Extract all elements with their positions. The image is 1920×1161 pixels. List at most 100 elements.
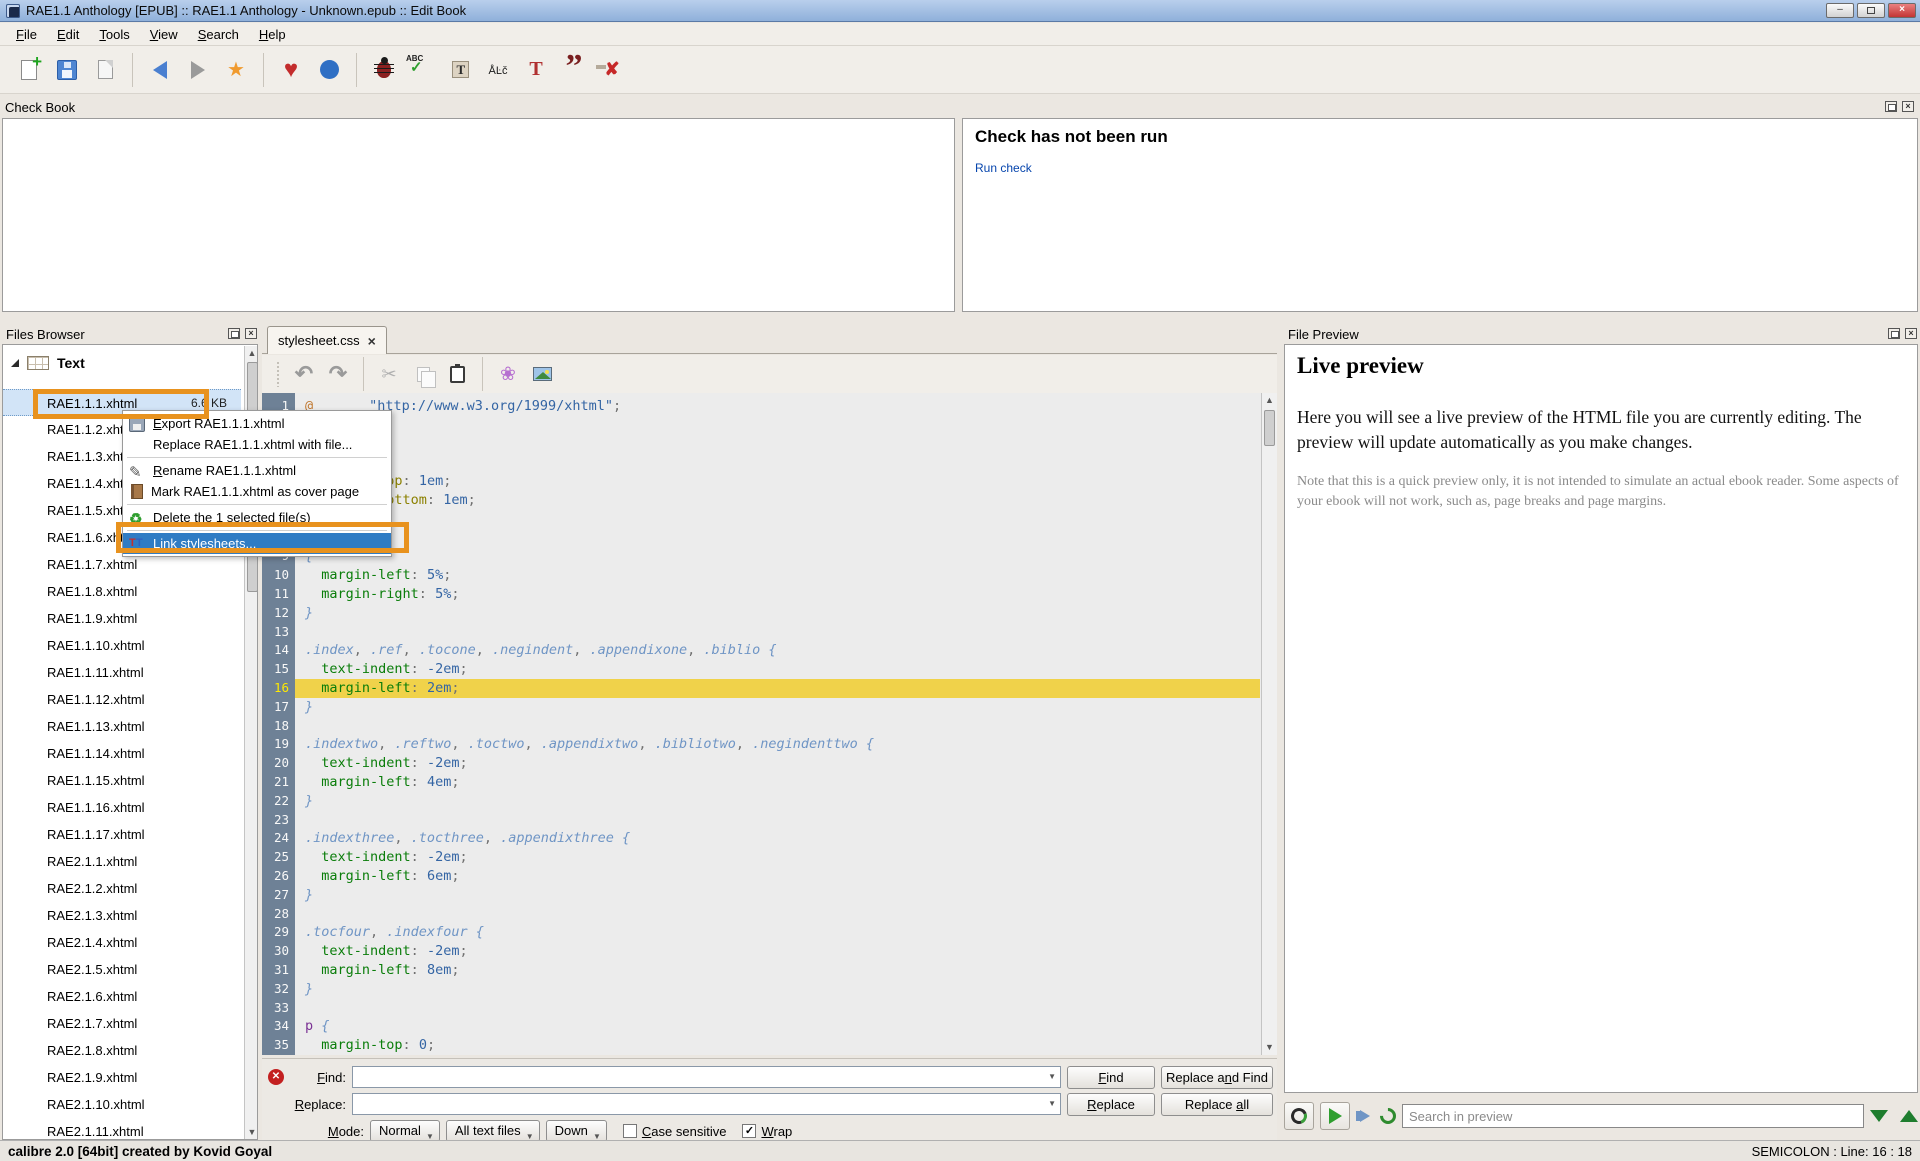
code-line-20[interactable]: 20 text-indent: -2em; [262, 754, 1260, 773]
float-panel-icon[interactable] [228, 328, 240, 339]
toolbar-smarten-punctuation-button[interactable] [555, 50, 593, 90]
file-item-rae2-1-2-xhtml[interactable]: RAE2.1.2.xhtml [3, 875, 241, 902]
close-panel-icon[interactable]: × [1902, 101, 1914, 112]
toolbar-export-page-button[interactable] [86, 50, 124, 90]
code-line-29[interactable]: 29.tocfour, .indexfour { [262, 923, 1260, 942]
toolbar-remove-unused-css-button[interactable] [593, 50, 631, 90]
toolbar-help-button[interactable] [310, 50, 348, 90]
code-line-34[interactable]: 34p { [262, 1017, 1260, 1036]
code-line-14[interactable]: 14.index, .ref, .tocone, .negindent, .ap… [262, 641, 1260, 660]
code-line-4[interactable]: 4 [262, 453, 1260, 472]
toolbar-spellcheck-button[interactable] [403, 50, 441, 90]
editor-cut-button[interactable] [372, 359, 406, 389]
search-previous-icon[interactable] [1900, 1110, 1918, 1122]
file-item-rae2-1-3-xhtml[interactable]: RAE2.1.3.xhtml [3, 902, 241, 929]
sync-preview-button[interactable] [1284, 1102, 1314, 1130]
scroll-up-icon[interactable]: ▲ [245, 346, 258, 361]
file-item-rae1-1-9-xhtml[interactable]: RAE1.1.9.xhtml [3, 605, 241, 632]
scope-select[interactable]: All text files [446, 1120, 540, 1142]
code-line-19[interactable]: 19.indextwo, .reftwo, .toctwo, .appendix… [262, 735, 1260, 754]
code-line-25[interactable]: 25 text-indent: -2em; [262, 848, 1260, 867]
file-item-rae1-1-13-xhtml[interactable]: RAE1.1.13.xhtml [3, 713, 241, 740]
tree-node-text[interactable]: Text [3, 345, 257, 375]
find-button[interactable]: Find [1067, 1066, 1155, 1089]
editor-undo-button[interactable] [287, 359, 321, 389]
code-line-7[interactable]: 7 [262, 510, 1260, 529]
file-item-rae1-1-15-xhtml[interactable]: RAE1.1.15.xhtml [3, 767, 241, 794]
code-line-10[interactable]: 10 margin-left: 5%; [262, 566, 1260, 585]
code-line-15[interactable]: 15 text-indent: -2em; [262, 660, 1260, 679]
tree-expander-icon[interactable] [11, 359, 19, 367]
menu-item-rename-rae1-1-1-xhtml[interactable]: Rename RAE1.1.1.xhtml [123, 460, 391, 481]
run-check-link[interactable]: Run check [975, 161, 1032, 175]
code-line-31[interactable]: 31 margin-left: 8em; [262, 961, 1260, 980]
code-line-6[interactable]: 6 margin-bottom: 1em; [262, 491, 1260, 510]
file-item-rae2-1-4-xhtml[interactable]: RAE2.1.4.xhtml [3, 929, 241, 956]
menu-view[interactable]: View [140, 24, 188, 45]
code-line-30[interactable]: 30 text-indent: -2em; [262, 942, 1260, 961]
scroll-up-icon[interactable]: ▲ [1262, 393, 1277, 408]
code-line-18[interactable]: 18 [262, 717, 1260, 736]
check-book-results-list[interactable] [2, 118, 955, 312]
file-item-rae2-1-5-xhtml[interactable]: RAE2.1.5.xhtml [3, 956, 241, 983]
file-item-rae1-1-16-xhtml[interactable]: RAE1.1.16.xhtml [3, 794, 241, 821]
code-line-11[interactable]: 11 margin-right: 5%; [262, 585, 1260, 604]
file-item-rae2-1-9-xhtml[interactable]: RAE2.1.9.xhtml [3, 1064, 241, 1091]
float-panel-icon[interactable] [1888, 328, 1900, 339]
toolbar-check-book-button[interactable] [365, 50, 403, 90]
code-line-27[interactable]: 27} [262, 886, 1260, 905]
checkbox-icon[interactable] [623, 1124, 637, 1138]
code-line-12[interactable]: 12} [262, 604, 1260, 623]
code-editor[interactable]: 1@"http://www.w3.org/1999/xhtml";2345 ma… [262, 393, 1277, 1055]
toolbar-special-characters-button[interactable] [479, 50, 517, 90]
menu-tools[interactable]: Tools [89, 24, 139, 45]
toolbar-insert-image-text-button[interactable] [441, 50, 479, 90]
editor-paste-button[interactable] [440, 359, 474, 389]
menu-item-mark-rae1-1-1-xhtml-as-cover-page[interactable]: Mark RAE1.1.1.xhtml as cover page [123, 481, 391, 502]
editor-redo-button[interactable] [321, 359, 355, 389]
scroll-thumb[interactable] [1264, 410, 1275, 446]
code-line-9[interactable]: 9{ [262, 547, 1260, 566]
file-item-rae2-1-11-xhtml[interactable]: RAE2.1.11.xhtml [3, 1118, 241, 1140]
menu-file[interactable]: File [6, 24, 47, 45]
code-line-5[interactable]: 5 margin-top: 1em; [262, 472, 1260, 491]
mode-select[interactable]: Normal [370, 1120, 440, 1142]
toolbar-donate-button[interactable] [272, 50, 310, 90]
code-line-24[interactable]: 24.indexthree, .tocthree, .appendixthree… [262, 829, 1260, 848]
toolbar-back-button[interactable] [141, 50, 179, 90]
code-line-2[interactable]: 2 [262, 416, 1260, 435]
menu-item-replace-rae1-1-1-xhtml-with-file[interactable]: Replace RAE1.1.1.xhtml with file... [123, 434, 391, 455]
replace-input[interactable] [352, 1093, 1061, 1115]
tab-close-icon[interactable]: × [368, 334, 376, 348]
code-line-26[interactable]: 26 margin-left: 6em; [262, 867, 1260, 886]
preview-search-input[interactable] [1402, 1104, 1864, 1128]
scroll-down-icon[interactable]: ▼ [1262, 1040, 1277, 1055]
file-item-rae1-1-8-xhtml[interactable]: RAE1.1.8.xhtml [3, 578, 241, 605]
code-line-35[interactable]: 35 margin-top: 0; [262, 1036, 1260, 1055]
code-line-17[interactable]: 17} [262, 698, 1260, 717]
code-line-8[interactable]: 8 [262, 529, 1260, 548]
scroll-down-icon[interactable]: ▼ [245, 1125, 258, 1140]
close-panel-icon[interactable]: × [245, 328, 257, 339]
toolbar-drag-handle[interactable] [276, 361, 281, 387]
jump-to-position-icon[interactable] [1360, 1110, 1370, 1122]
direction-select[interactable]: Down [546, 1120, 607, 1142]
replace-and-find-button[interactable]: Replace and Find [1161, 1066, 1273, 1089]
editor-image-button[interactable] [525, 359, 559, 389]
menu-edit[interactable]: Edit [47, 24, 89, 45]
file-item-rae1-1-12-xhtml[interactable]: RAE1.1.12.xhtml [3, 686, 241, 713]
file-item-rae2-1-1-xhtml[interactable]: RAE2.1.1.xhtml [3, 848, 241, 875]
tab-stylesheet-css[interactable]: stylesheet.css × [267, 326, 387, 354]
editor-beautify-button[interactable] [491, 359, 525, 389]
toolbar-new-file-button[interactable] [10, 50, 48, 90]
replace-button[interactable]: Replace [1067, 1093, 1155, 1116]
editor-copy-button[interactable] [406, 359, 440, 389]
code-line-1[interactable]: 1@"http://www.w3.org/1999/xhtml"; [262, 397, 1260, 416]
editor-scrollbar[interactable]: ▲ ▼ [1261, 393, 1277, 1055]
file-item-rae1-1-10-xhtml[interactable]: RAE1.1.10.xhtml [3, 632, 241, 659]
code-line-16[interactable]: 16 margin-left: 2em; [262, 679, 1260, 698]
toolbar-save-button[interactable] [48, 50, 86, 90]
find-input[interactable] [352, 1066, 1061, 1088]
refresh-icon[interactable] [1377, 1105, 1400, 1128]
menu-help[interactable]: Help [249, 24, 296, 45]
